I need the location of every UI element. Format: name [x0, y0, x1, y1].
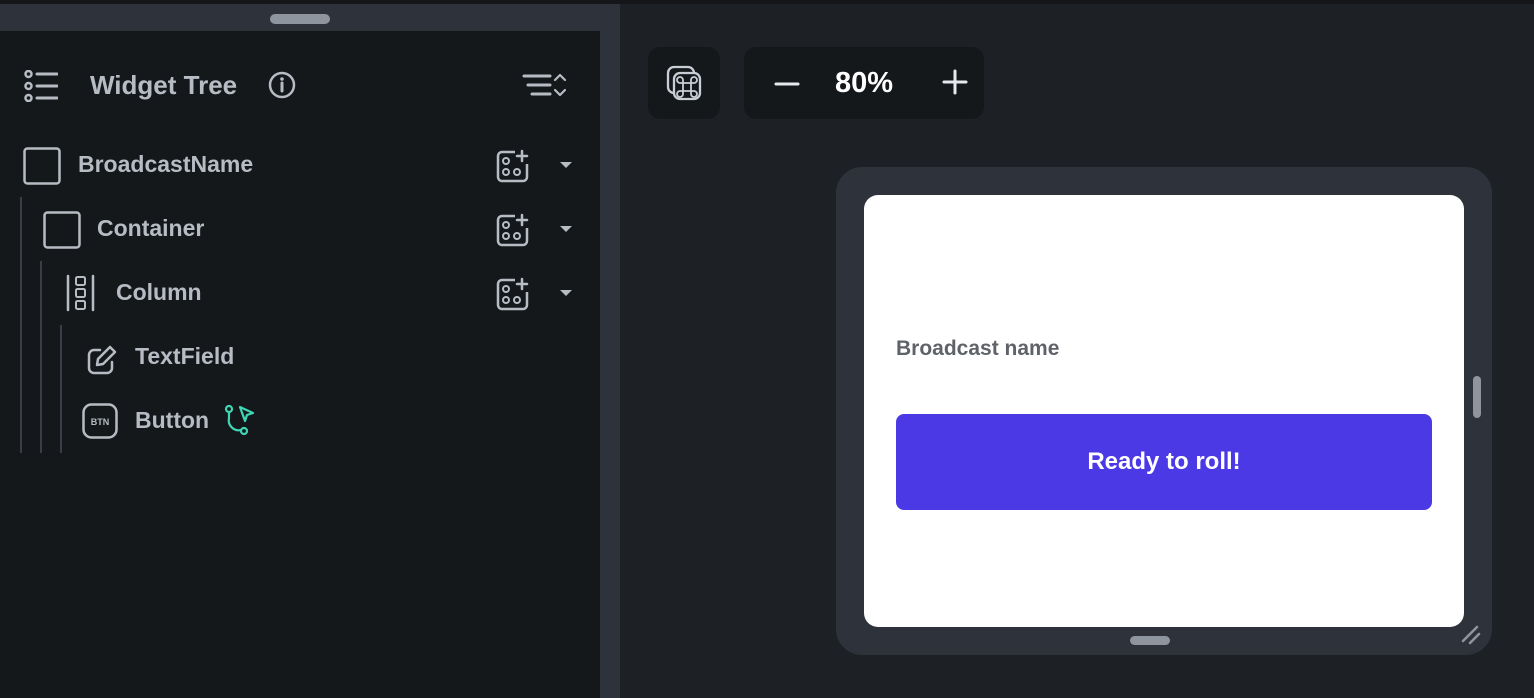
panel-drag-handle[interactable] — [270, 14, 330, 24]
preview-scrollbar[interactable] — [1473, 376, 1481, 418]
zoom-control: 80% — [744, 47, 984, 119]
command-key-icon — [666, 65, 702, 101]
square-icon — [23, 147, 61, 185]
device-preview-screen: Broadcast name Ready to roll! — [864, 195, 1464, 627]
add-widget-icon[interactable] — [496, 149, 530, 183]
panel-resize-divider[interactable] — [600, 31, 620, 698]
column-icon — [66, 274, 95, 312]
command-palette-button[interactable] — [648, 47, 720, 119]
tree-item-button[interactable]: BTN Button — [0, 396, 600, 446]
widget-tree-header: Widget Tree — [0, 58, 600, 114]
broadcast-name-field[interactable]: Broadcast name — [896, 337, 1059, 361]
info-icon[interactable] — [268, 71, 296, 99]
zoom-in-icon[interactable] — [942, 69, 968, 95]
widget-tree-title: Widget Tree — [90, 70, 238, 100]
zoom-out-icon[interactable] — [774, 71, 800, 97]
add-widget-icon[interactable] — [496, 277, 530, 311]
btn-icon: BTN — [82, 403, 118, 439]
edit-pencil-icon — [87, 345, 117, 375]
dropdown-arrow-icon[interactable] — [559, 289, 573, 297]
resize-corner-icon[interactable] — [1460, 624, 1482, 646]
tree-item-label: BroadcastName — [78, 151, 254, 177]
square-icon — [43, 211, 81, 249]
dropdown-arrow-icon[interactable] — [559, 225, 573, 233]
tree-item-label: TextField — [135, 343, 235, 369]
add-widget-icon[interactable] — [496, 213, 530, 247]
tree-item-label: Container — [97, 215, 205, 241]
zoom-level: 80% — [834, 67, 894, 99]
btn-badge-text: BTN — [91, 417, 110, 427]
tree-item-broadcastname[interactable]: BroadcastName — [0, 140, 600, 190]
tree-item-label: Button — [135, 407, 210, 433]
action-flow-icon[interactable] — [224, 404, 256, 436]
tree-item-column[interactable]: Column — [0, 268, 600, 318]
tree-item-container[interactable]: Container — [0, 204, 600, 254]
collapse-sort-icon[interactable] — [522, 72, 568, 100]
list-tree-icon — [24, 70, 58, 102]
preview-resize-handle[interactable] — [1130, 636, 1170, 645]
tree-item-label: Column — [116, 279, 202, 305]
tree-item-textfield[interactable]: TextField — [0, 332, 600, 382]
ready-to-roll-button[interactable]: Ready to roll! — [896, 414, 1432, 510]
dropdown-arrow-icon[interactable] — [559, 161, 573, 169]
